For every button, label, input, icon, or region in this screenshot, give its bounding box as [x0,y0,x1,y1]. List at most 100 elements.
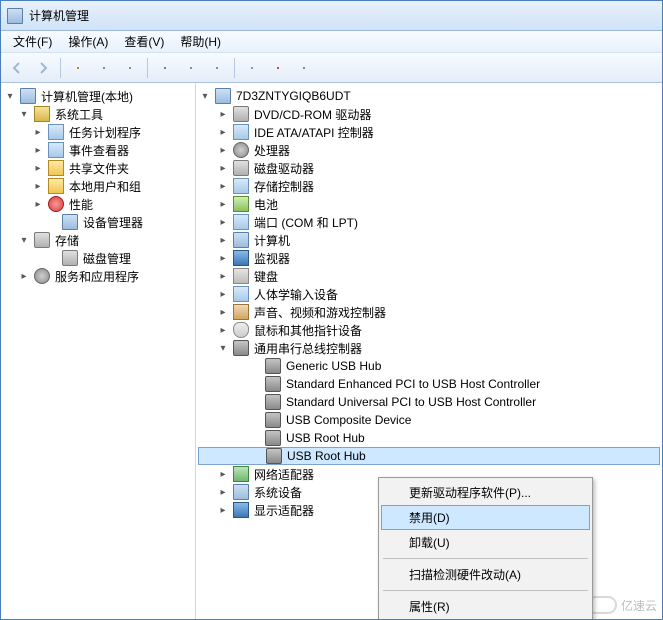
expander-icon[interactable] [216,217,230,228]
app-icon [7,8,23,24]
device-usb-generic-hub[interactable]: Generic USB Hub [198,357,660,375]
menu-uninstall-device[interactable]: 卸载(U) [381,530,590,555]
tree-event-viewer[interactable]: 事件查看器 [3,141,193,159]
scan-hardware-button[interactable] [240,56,264,80]
menu-bar: 文件(F) 操作(A) 查看(V) 帮助(H) [1,31,662,53]
expander-icon[interactable] [216,127,230,138]
device-dvd[interactable]: DVD/CD-ROM 驱动器 [198,105,660,123]
console-tree-pane[interactable]: 计算机管理(本地) 系统工具 任务计划程序 事件查看器 共享文件夹 [1,83,196,619]
menu-update-driver[interactable]: 更新驱动程序软件(P)... [381,480,590,505]
tree-storage[interactable]: 存储 [3,231,193,249]
mouse-icon [233,322,249,338]
device-keyboard[interactable]: 键盘 [198,267,660,285]
device-cpu[interactable]: 处理器 [198,141,660,159]
device-usb-composite[interactable]: USB Composite Device [198,411,660,429]
device-ports[interactable]: 端口 (COM 和 LPT) [198,213,660,231]
view-button[interactable] [179,56,203,80]
expander-icon[interactable] [216,253,230,264]
monitor-icon [233,250,249,266]
expander-icon[interactable] [216,343,230,354]
device-manager-icon [62,214,78,230]
menu-file[interactable]: 文件(F) [5,31,60,52]
uninstall-device-button[interactable] [292,56,316,80]
expander-icon[interactable] [216,145,230,156]
expander-icon[interactable] [216,109,230,120]
tree-shared-folders[interactable]: 共享文件夹 [3,159,193,177]
expander-icon[interactable] [216,289,230,300]
expander-icon[interactable] [31,163,45,174]
network-adapter-icon [233,466,249,482]
device-storage-controller[interactable]: 存储控制器 [198,177,660,195]
device-usb-ehci[interactable]: Standard Enhanced PCI to USB Host Contro… [198,375,660,393]
device-host[interactable]: 7D3ZNTYGIQB6UDT [198,87,660,105]
menu-properties[interactable]: 属性(R) [381,594,590,619]
menu-view[interactable]: 查看(V) [116,31,172,52]
expander-icon[interactable] [31,127,45,138]
device-sound[interactable]: 声音、视频和游戏控制器 [198,303,660,321]
clock-icon [48,124,64,140]
expander-icon[interactable] [17,235,31,246]
device-computer[interactable]: 计算机 [198,231,660,249]
expander-icon[interactable] [216,181,230,192]
ide-controller-icon [233,124,249,140]
device-usb-controllers[interactable]: 通用串行总线控制器 [198,339,660,357]
toolbar-separator [60,58,61,78]
menu-help[interactable]: 帮助(H) [172,31,229,52]
expander-icon[interactable] [216,505,230,516]
expander-icon[interactable] [198,91,212,102]
expander-icon[interactable] [17,271,31,282]
export-list-button[interactable] [118,56,142,80]
tree-device-manager[interactable]: 设备管理器 [3,213,193,231]
expander-icon[interactable] [216,163,230,174]
expander-icon[interactable] [216,325,230,336]
device-usb-uhci[interactable]: Standard Universal PCI to USB Host Contr… [198,393,660,411]
tree-services-apps[interactable]: 服务和应用程序 [3,267,193,285]
device-ide[interactable]: IDE ATA/ATAPI 控制器 [198,123,660,141]
expander-icon[interactable] [216,271,230,282]
nav-back-button[interactable] [5,56,29,80]
tree-root-computer-management[interactable]: 计算机管理(本地) [3,87,193,105]
show-hide-tree-button[interactable] [66,56,90,80]
expander-icon[interactable] [216,469,230,480]
menu-scan-hardware[interactable]: 扫描检测硬件改动(A) [381,562,590,587]
help-button[interactable] [153,56,177,80]
device-battery[interactable]: 电池 [198,195,660,213]
expander-icon[interactable] [216,487,230,498]
expander-icon[interactable] [216,199,230,210]
body-area: 计算机管理(本地) 系统工具 任务计划程序 事件查看器 共享文件夹 [1,83,662,619]
expander-icon[interactable] [31,199,45,210]
properties-button[interactable] [92,56,116,80]
watermark-text: 亿速云 [621,597,657,614]
device-tree-pane[interactable]: 7D3ZNTYGIQB6UDT DVD/CD-ROM 驱动器 IDE ATA/A… [196,83,662,619]
disable-device-button[interactable] [266,56,290,80]
tree-system-tools[interactable]: 系统工具 [3,105,193,123]
nav-forward-button[interactable] [31,56,55,80]
expander-icon[interactable] [31,145,45,156]
device-disk[interactable]: 磁盘驱动器 [198,159,660,177]
tree-performance[interactable]: 性能 [3,195,193,213]
menu-disable-device[interactable]: 禁用(D) [381,505,590,530]
menu-action[interactable]: 操作(A) [60,31,116,52]
expander-icon[interactable] [216,235,230,246]
tree-local-users[interactable]: 本地用户和组 [3,177,193,195]
display-adapter-icon [233,502,249,518]
expander-icon[interactable] [17,109,31,120]
usb-icon [265,394,281,410]
tree-task-scheduler[interactable]: 任务计划程序 [3,123,193,141]
device-usb-root-hub-2[interactable]: USB Root Hub [198,447,660,465]
expander-icon[interactable] [31,181,45,192]
device-monitor[interactable]: 监视器 [198,249,660,267]
window-title: 计算机管理 [29,7,89,24]
ports-icon [233,214,249,230]
device-usb-root-hub-1[interactable]: USB Root Hub [198,429,660,447]
tool-bar [1,53,662,83]
usb-controller-icon [233,340,249,356]
device-hid[interactable]: 人体学输入设备 [198,285,660,303]
usb-icon [265,376,281,392]
device-mouse[interactable]: 鼠标和其他指针设备 [198,321,660,339]
tree-disk-management[interactable]: 磁盘管理 [3,249,193,267]
keyboard-icon [233,268,249,284]
expander-icon[interactable] [3,91,17,102]
expander-icon[interactable] [216,307,230,318]
refresh-button[interactable] [205,56,229,80]
